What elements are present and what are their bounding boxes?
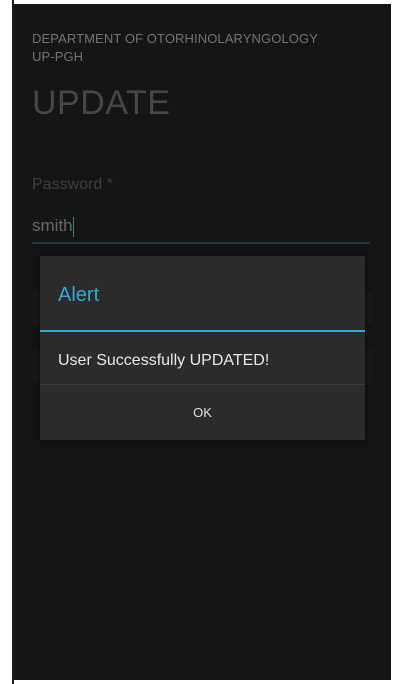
alert-dialog: Alert User Successfully UPDATED! OK xyxy=(40,256,365,440)
ok-button[interactable]: OK xyxy=(40,385,365,440)
left-bezel xyxy=(0,0,14,684)
dialog-message: User Successfully UPDATED! xyxy=(58,352,270,369)
device-frame: DEPARTMENT OF OTORHINOLARYNGOLOGY UP-PGH… xyxy=(0,0,394,684)
dialog-title: Alert xyxy=(58,284,100,306)
app-screen: DEPARTMENT OF OTORHINOLARYNGOLOGY UP-PGH… xyxy=(14,4,391,680)
dialog-title-divider xyxy=(40,330,365,332)
